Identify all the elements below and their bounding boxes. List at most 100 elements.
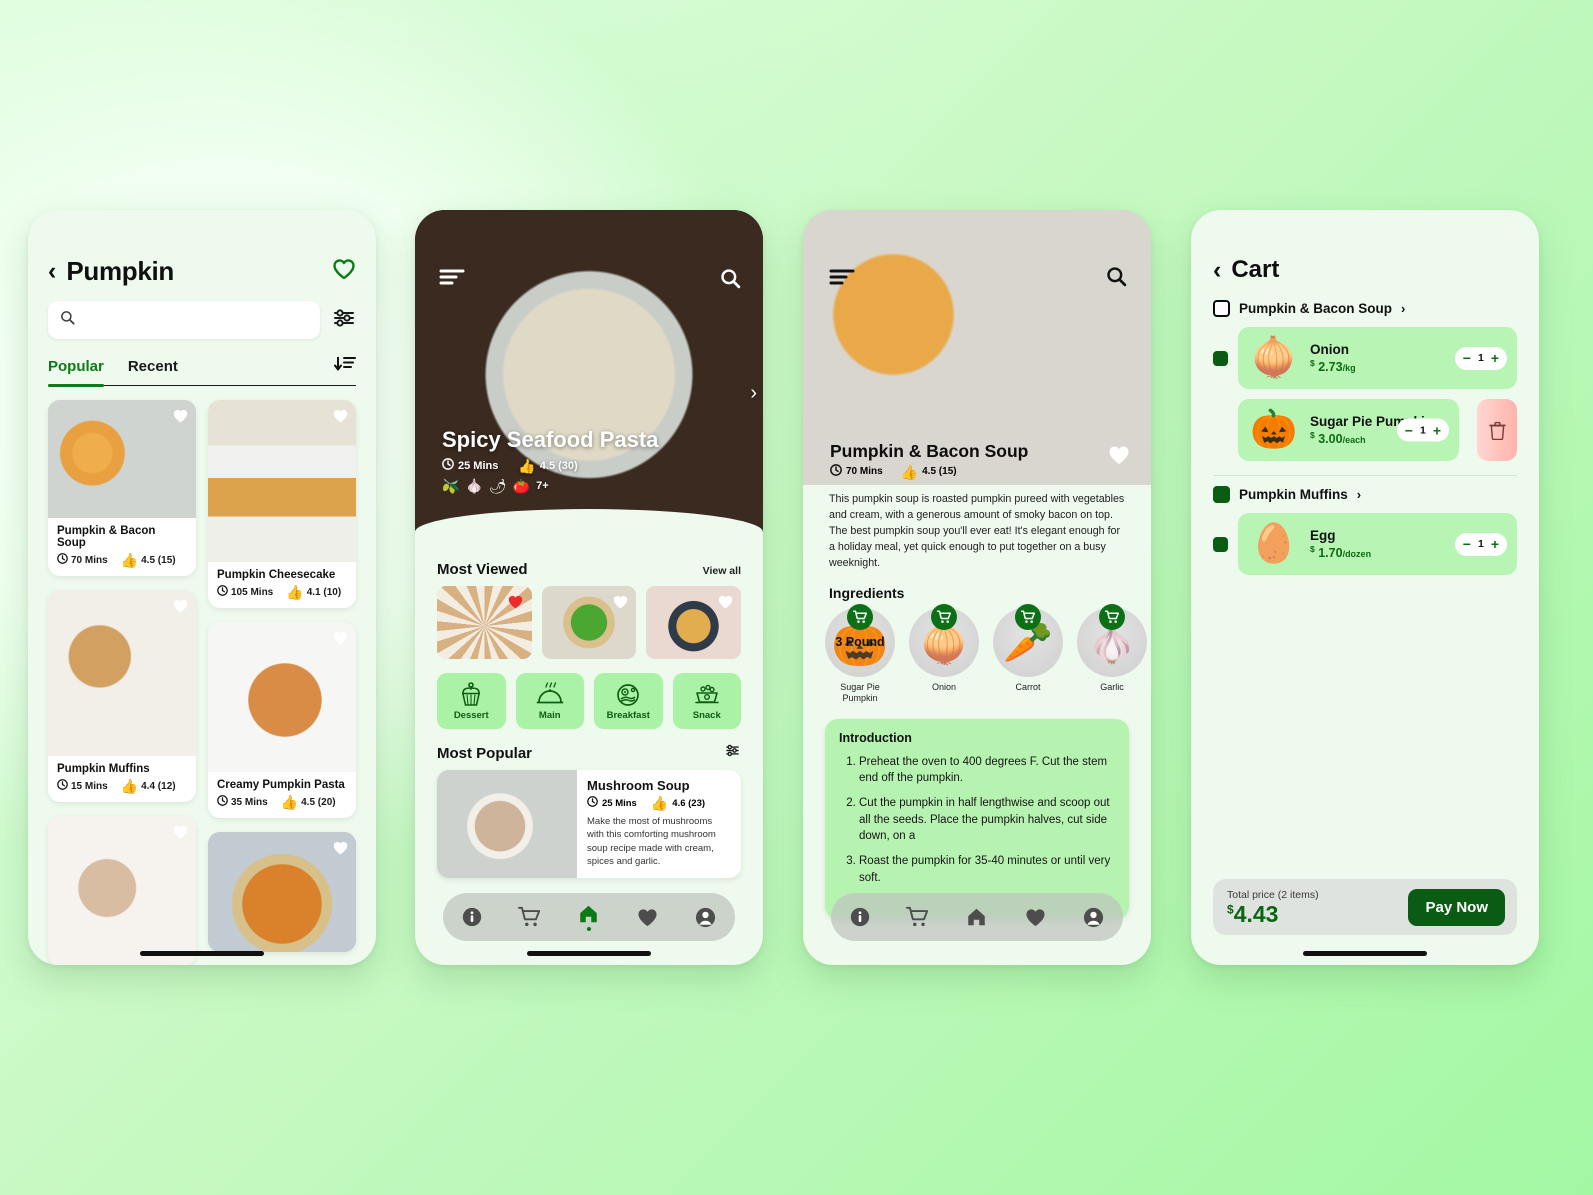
favorite-heart-icon[interactable]: [171, 407, 189, 425]
nav-account[interactable]: [1082, 906, 1105, 929]
cart-group-header[interactable]: Pumpkin & Bacon Soup ›: [1191, 284, 1539, 317]
recipe-card[interactable]: Pumpkin & Bacon Soup 70 Mins 👍 4.5 (15): [48, 400, 196, 576]
info-icon: [462, 907, 481, 927]
recipe-card[interactable]: Pumpkin Muffins 15 Mins 👍 4.4 (12): [48, 590, 196, 802]
cart-item: 🎃 Sugar Pie Pumpkin $ 3.00/each − 1 +: [1191, 389, 1539, 461]
sliders-icon[interactable]: [332, 307, 356, 334]
ingredient-item[interactable]: 🧅 Onion: [909, 604, 979, 705]
recipe-thumbnail: [48, 816, 196, 965]
hamburger-icon[interactable]: [829, 268, 855, 291]
favorite-heart-icon[interactable]: [507, 593, 525, 611]
item-checkbox[interactable]: [1213, 536, 1228, 552]
chevron-right-icon[interactable]: ›: [1357, 487, 1361, 502]
most-viewed-item[interactable]: [541, 586, 637, 659]
nav-cart[interactable]: [906, 906, 930, 928]
quantity-stepper[interactable]: − 1 +: [1454, 532, 1507, 556]
search-box[interactable]: [48, 301, 320, 339]
tab-popular[interactable]: Popular: [48, 358, 104, 387]
favorite-heart-icon[interactable]: [171, 597, 189, 615]
favorite-heart-icon[interactable]: [331, 629, 349, 647]
clock-icon: [57, 779, 68, 793]
recipe-card[interactable]: Pumpkin Cheesecake 105 Mins 👍 4.1 (10): [208, 400, 356, 608]
sliders-icon[interactable]: [724, 743, 741, 761]
nav-favorites[interactable]: [636, 907, 659, 928]
currency-symbol: $: [1310, 357, 1315, 368]
hero-carousel[interactable]: › Spicy Seafood Pasta 25 Mins 👍 4.5 (30) …: [415, 210, 763, 555]
time-value: 15 Mins: [71, 780, 108, 792]
ingredient-item[interactable]: 🧄 Garlic: [1077, 604, 1147, 705]
add-to-cart-icon[interactable]: [931, 604, 957, 631]
favorite-heart-icon[interactable]: [331, 407, 349, 425]
recipe-card[interactable]: Creamy Pumpkin Pasta 35 Mins 👍 4.5 (20): [208, 622, 356, 818]
price-value: 2.73: [1318, 360, 1343, 375]
sort-descending-icon[interactable]: [334, 355, 356, 378]
add-to-cart-icon[interactable]: [1099, 604, 1125, 631]
page-title: Pumpkin: [66, 256, 175, 286]
home-icon: [580, 905, 598, 923]
ingredient-item[interactable]: 🎃 3 Pound Sugar Pie Pumpkin: [825, 604, 895, 705]
hamburger-icon[interactable]: [439, 268, 465, 291]
search-icon[interactable]: [1106, 266, 1127, 292]
ingredient-item[interactable]: 🥕 Carrot: [993, 604, 1063, 705]
decrement-button[interactable]: −: [1463, 537, 1471, 551]
favorite-heart-icon[interactable]: [716, 593, 734, 611]
search-icon[interactable]: [720, 268, 741, 294]
decrement-button[interactable]: −: [1463, 351, 1471, 365]
price-value: 3.00: [1318, 432, 1343, 447]
add-to-cart-icon[interactable]: [847, 604, 873, 631]
group-checkbox[interactable]: [1213, 300, 1230, 317]
popular-recipe-card[interactable]: Mushroom Soup 25 Mins 👍 4.6 (23) Make the…: [437, 770, 741, 878]
quantity-stepper[interactable]: − 1 +: [1396, 418, 1449, 442]
category-snack[interactable]: Snack: [672, 673, 741, 729]
favorite-heart-icon[interactable]: [331, 839, 349, 857]
cart-item-card[interactable]: 🥚 Egg $ 1.70/dozen − 1 +: [1238, 513, 1517, 575]
group-checkbox[interactable]: [1213, 486, 1230, 503]
quantity-stepper[interactable]: − 1 +: [1454, 346, 1507, 370]
bottom-navbar: [831, 893, 1123, 941]
nav-home[interactable]: [965, 906, 988, 928]
cart-item-card[interactable]: 🎃 Sugar Pie Pumpkin $ 3.00/each − 1 +: [1238, 399, 1459, 461]
chevron-right-icon[interactable]: ›: [750, 382, 757, 405]
chevron-left-icon[interactable]: ‹: [1213, 257, 1221, 283]
hero-text: Spicy Seafood Pasta 25 Mins 👍 4.5 (30) 🫒 …: [442, 427, 658, 493]
nav-info[interactable]: [849, 906, 871, 928]
favorite-heart-icon[interactable]: [171, 823, 189, 841]
nav-info[interactable]: [461, 906, 483, 928]
item-name: Egg: [1310, 527, 1336, 543]
heart-icon[interactable]: [332, 258, 356, 285]
search-input[interactable]: [82, 312, 308, 328]
view-all-link[interactable]: View all: [703, 565, 741, 577]
nav-account[interactable]: [694, 906, 717, 929]
phone-screen-recipe-detail: Pumpkin & Bacon Soup 70 Mins 👍 4.5 (15) T…: [803, 210, 1151, 965]
tab-recent[interactable]: Recent: [128, 358, 178, 380]
favorite-heart-icon[interactable]: [611, 593, 629, 611]
category-dessert[interactable]: Dessert: [437, 673, 506, 729]
recipe-card[interactable]: [48, 816, 196, 965]
heart-icon[interactable]: [1107, 444, 1131, 471]
add-to-cart-icon[interactable]: [1015, 604, 1041, 631]
category-main[interactable]: Main: [515, 673, 584, 729]
recipe-meta: Pumpkin & Bacon Soup 70 Mins 👍 4.5 (15): [48, 518, 196, 576]
cart-group-header[interactable]: Pumpkin Muffins ›: [1191, 476, 1539, 503]
increment-button[interactable]: +: [1491, 537, 1499, 551]
item-checkbox[interactable]: [1213, 350, 1228, 366]
category-breakfast[interactable]: Breakfast: [594, 673, 663, 729]
most-viewed-item[interactable]: [437, 586, 532, 659]
decrement-button[interactable]: −: [1405, 423, 1413, 437]
nav-cart[interactable]: [518, 906, 542, 928]
chevron-right-icon[interactable]: ›: [1401, 301, 1405, 316]
nav-home[interactable]: [577, 903, 600, 931]
increment-button[interactable]: +: [1433, 423, 1441, 437]
most-viewed-item[interactable]: [646, 586, 742, 659]
currency-symbol: $: [1310, 429, 1315, 440]
time-value: 105 Mins: [231, 586, 274, 598]
delete-item-button[interactable]: [1477, 399, 1517, 461]
canvas: ‹ Pumpkin Popular Recent Pumpkin & Bacon…: [0, 0, 1593, 1195]
recipe-card[interactable]: [208, 832, 356, 952]
increment-button[interactable]: +: [1491, 351, 1499, 365]
recipe-meta: Creamy Pumpkin Pasta 35 Mins 👍 4.5 (20): [208, 772, 356, 818]
pay-now-button[interactable]: Pay Now: [1408, 888, 1505, 926]
nav-favorites[interactable]: [1024, 907, 1047, 928]
chevron-left-icon[interactable]: ‹: [48, 259, 56, 284]
cart-item-card[interactable]: 🧅 Onion $ 2.73/kg − 1 +: [1238, 327, 1517, 389]
